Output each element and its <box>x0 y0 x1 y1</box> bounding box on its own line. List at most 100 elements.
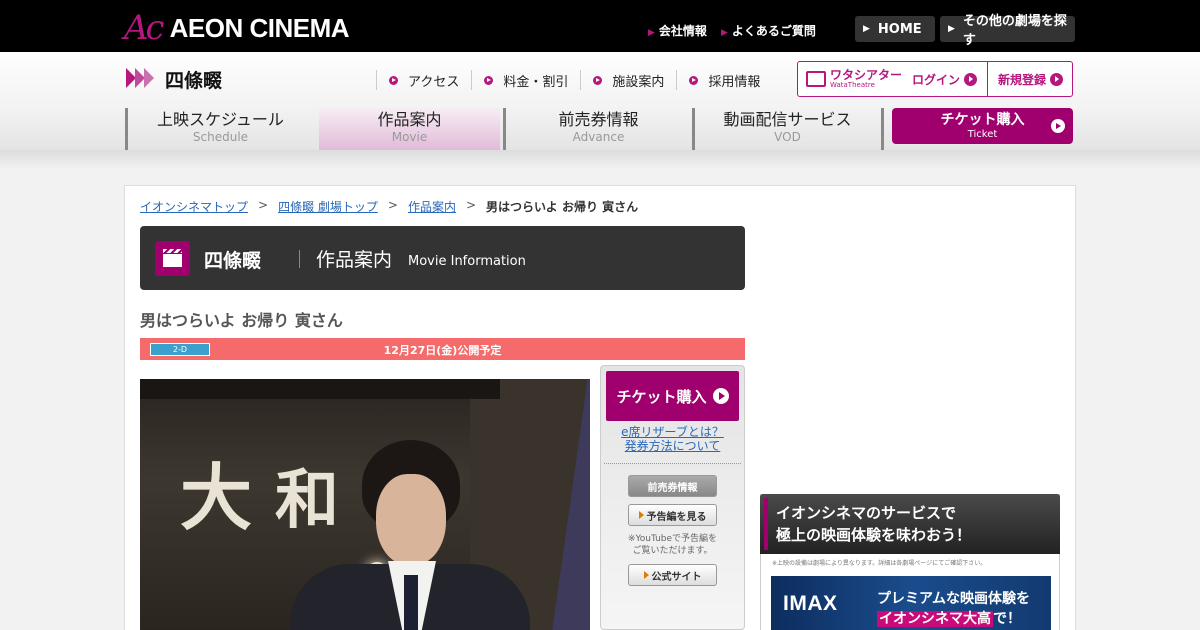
watatheatre-name-en: WataTheatre <box>830 81 875 89</box>
ad-accent-bar <box>764 498 768 550</box>
breadcrumb-sep: > <box>387 198 398 212</box>
imax-promo-line1: プレミアムな映画体験を <box>877 591 1031 607</box>
access-label: アクセス <box>408 74 460 90</box>
play-circle-icon <box>389 75 398 85</box>
format-badge: 2-D <box>150 343 210 356</box>
tab-movie-en: Movie <box>391 130 428 144</box>
ticketing-method-link[interactable]: 発券方法について <box>625 439 721 453</box>
actor-tie <box>404 575 418 630</box>
ad-heading: イオンシネマのサービスで 極上の映画体験を味わおう！ <box>776 502 971 546</box>
advance-ticket-button[interactable]: 前売券情報 <box>628 475 717 497</box>
official-site-label: 公式サイト <box>651 571 702 583</box>
pricing-link[interactable]: 料金・割引 <box>471 70 580 90</box>
buy-ticket-label: チケット購入 <box>616 387 707 406</box>
ticket-nav-button[interactable]: チケット購入 Ticket <box>892 108 1073 144</box>
ereserve-link[interactable]: e席リザーブとは？ <box>621 425 724 439</box>
breadcrumb: イオンシネマトップ > 四條畷 劇場トップ > 作品案内 > 男はつらいよ お帰… <box>140 198 638 215</box>
other-theaters-button[interactable]: ▶ その他の劇場を探す <box>940 14 1075 48</box>
breadcrumb-sep: > <box>258 198 269 212</box>
imax-promo[interactable]: IMAX プレミアムな映画体験を イオンシネマ大高 で！ <box>771 576 1051 630</box>
recruit-label: 採用情報 <box>708 74 761 90</box>
ad-heading-line2: 極上の映画体験を味わおう！ <box>776 526 972 544</box>
tab-advance-jp: 前売券情報 <box>558 110 639 129</box>
breadcrumb-sep: > <box>465 198 477 212</box>
ticket-nav-jp: チケット購入 <box>940 112 1025 128</box>
other-theaters-label: その他の劇場を探す <box>962 14 1067 48</box>
official-site-button[interactable]: 公式サイト <box>628 564 717 586</box>
sign-char: 和 <box>275 463 339 538</box>
clapperboard-icon <box>155 241 190 276</box>
buy-ticket-button[interactable]: チケット購入 <box>606 371 739 421</box>
breadcrumb-theater[interactable]: 四條畷 劇場トップ <box>278 198 378 215</box>
breadcrumb-home[interactable]: イオンシネマトップ <box>140 198 248 215</box>
release-date: 12月27日(金)公開予定 <box>383 344 502 357</box>
tab-vod-jp: 動画配信サービス <box>723 110 852 129</box>
youtube-note-line2: ご覧いただけます。 <box>632 546 713 556</box>
theater-nav: アクセス 料金・割引 施設案内 採用情報 <box>376 70 772 90</box>
tab-movie[interactable]: 作品案内 Movie <box>319 108 500 150</box>
youtube-note: ※YouTubeで予告編を ご覧いただけます。 <box>606 533 739 557</box>
panel-divider <box>604 463 741 464</box>
arrow-icon <box>643 571 649 579</box>
pricing-label: 料金・割引 <box>503 74 569 90</box>
access-link[interactable]: アクセス <box>376 70 471 90</box>
play-circle-icon <box>484 75 494 85</box>
play-circle-icon <box>1050 72 1063 86</box>
arrow-icon <box>638 511 644 519</box>
tab-advance[interactable]: 前売券情報 Advance <box>503 108 691 150</box>
ad-note: ※上映の設備は劇場により異なります。詳細は各劇場ページにてご確認下さい。 <box>772 560 987 567</box>
login-button[interactable]: ログイン <box>912 71 978 88</box>
play-arrow-icon: ▶ <box>863 24 870 34</box>
page-banner: 四條畷 作品案内 Movie Information <box>140 226 745 290</box>
tab-advance-en: Advance <box>572 130 625 144</box>
trailer-label: 予告編を見る <box>646 511 707 523</box>
ad-heading-line1: イオンシネマのサービスで <box>776 504 957 522</box>
recruit-link[interactable]: 採用情報 <box>676 70 772 90</box>
breadcrumb-current: 男はつらいよ お帰り 寅さん <box>486 200 639 214</box>
logo-mark: Ac <box>124 8 165 48</box>
tab-movie-jp: 作品案内 <box>377 110 442 129</box>
ad-header: イオンシネマのサービスで 極上の映画体験を味わおう！ <box>760 494 1060 554</box>
logo-text: AEON CINEMA <box>169 12 350 43</box>
faq-link[interactable]: ▶ よくあるご質問 <box>721 22 816 39</box>
aeon-cinema-logo[interactable]: Ac AEON CINEMA <box>124 8 350 48</box>
play-circle-icon <box>593 75 603 85</box>
home-button[interactable]: ▶ HOME <box>855 16 935 42</box>
company-info-label: 会社情報 <box>658 24 707 38</box>
arrow-icon: ▶ <box>648 28 655 38</box>
breadcrumb-movies[interactable]: 作品案内 <box>408 198 456 215</box>
imax-logo: IMAX <box>783 592 838 615</box>
facilities-link[interactable]: 施設案内 <box>580 70 676 90</box>
trailer-button[interactable]: 予告編を見る <box>628 504 717 526</box>
home-label: HOME <box>877 21 922 37</box>
play-circle-icon <box>712 388 729 404</box>
login-label: ログイン <box>912 72 961 87</box>
company-info-link[interactable]: ▶ 会社情報 <box>648 22 707 39</box>
youtube-note-line1: ※YouTubeで予告編を <box>627 534 718 544</box>
nav-shadow <box>0 150 1200 170</box>
ticket-icon <box>806 71 826 87</box>
movie-photo[interactable]: 大 和 家 <box>140 379 590 630</box>
play-circle-icon <box>689 75 699 85</box>
cloth-banner <box>552 379 590 630</box>
actor-face <box>376 474 446 566</box>
imax-promo-line2: イオンシネマ大高 で！ <box>877 608 1021 628</box>
page-subtitle: Movie Information <box>408 254 526 269</box>
tab-schedule-jp: 上映スケジュール <box>157 110 284 129</box>
imax-promo-highlight: イオンシネマ大高 <box>877 611 993 627</box>
theater-name: 四條畷 <box>165 70 223 92</box>
ereserve-links: e席リザーブとは？ 発券方法について <box>606 425 739 453</box>
play-circle-icon <box>964 72 978 86</box>
register-button[interactable]: 新規登録 <box>987 62 1073 96</box>
advance-ticket-label: 前売券情報 <box>647 482 698 494</box>
faq-label: よくあるご質問 <box>731 24 816 38</box>
nav-divider <box>881 108 889 150</box>
watatheatre-box: ワタシアター WataTheatre ログイン 新規登録 <box>797 61 1073 97</box>
chevrons-icon <box>126 68 154 88</box>
page-title: 作品案内 <box>316 249 393 271</box>
watatheatre-name: ワタシアター WataTheatre <box>830 69 902 89</box>
tab-vod[interactable]: 動画配信サービス VOD <box>692 108 880 150</box>
register-label: 新規登録 <box>997 72 1046 87</box>
imax-promo-tail: で！ <box>993 611 1021 627</box>
tab-schedule[interactable]: 上映スケジュール Schedule <box>125 108 313 150</box>
